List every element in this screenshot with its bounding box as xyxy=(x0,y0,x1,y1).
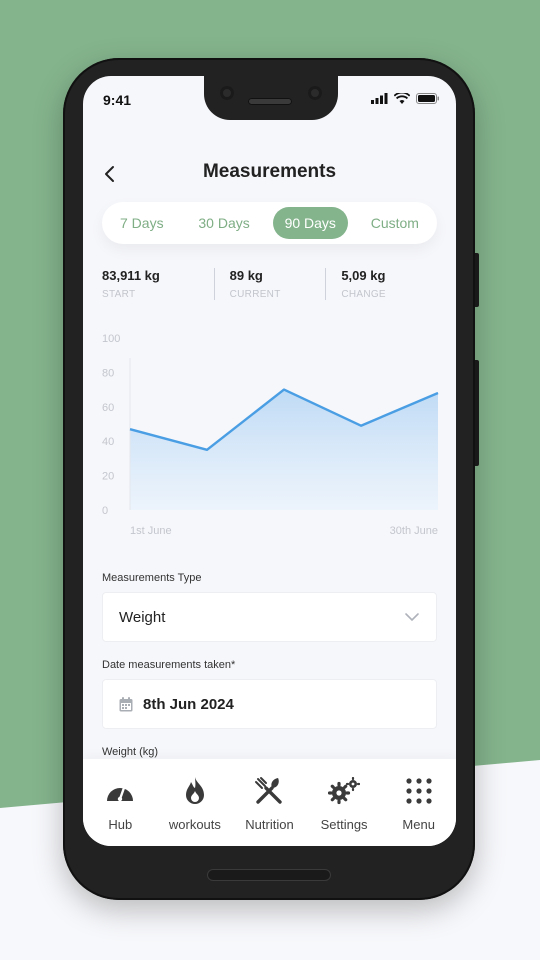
camera-dot xyxy=(220,86,234,100)
app-screen: 9:41 Measurements 7 Days 30 Days 90 Days… xyxy=(83,76,456,846)
x-tick-label: 30th June xyxy=(390,525,438,537)
nav-label: Menu xyxy=(402,817,435,832)
y-tick-label: 60 xyxy=(102,402,114,414)
tab-30-days[interactable]: 30 Days xyxy=(186,207,261,239)
nav-label: Nutrition xyxy=(245,817,294,832)
stat-change: 5,09 kg CHANGE xyxy=(325,268,437,300)
nav-label: Settings xyxy=(320,817,368,832)
tab-90-days[interactable]: 90 Days xyxy=(272,207,348,239)
battery-icon xyxy=(416,93,439,104)
page-title: Measurements xyxy=(202,161,337,182)
stat-label: START xyxy=(102,289,136,300)
nav-label: workouts xyxy=(168,817,221,832)
date-value: 8th Jun 2024 xyxy=(143,695,234,713)
calendar-icon xyxy=(119,696,133,711)
range-tabs: 7 Days 30 Days 90 Days Custom xyxy=(102,202,437,244)
gears-icon xyxy=(328,777,361,805)
date-input[interactable]: 8th Jun 2024 xyxy=(102,679,437,729)
wifi-icon xyxy=(394,93,410,104)
measurements-type-value: Weight xyxy=(119,608,166,626)
gauge-icon xyxy=(107,783,134,802)
y-tick-label: 100 xyxy=(102,333,120,345)
stat-value: 83,911 kg xyxy=(102,268,160,283)
camera-dot xyxy=(308,86,322,100)
weight-label: Weight (kg) xyxy=(102,746,159,758)
phone-notch xyxy=(204,76,338,120)
y-tick-label: 20 xyxy=(102,471,114,483)
grid-dots-icon xyxy=(406,778,432,804)
fork-knife-icon xyxy=(255,777,283,804)
status-time: 9:41 xyxy=(103,92,132,108)
nav-hub[interactable]: Hub xyxy=(84,775,156,846)
x-tick-label: 1st June xyxy=(130,525,172,537)
nav-menu[interactable]: Menu xyxy=(383,775,455,846)
home-indicator xyxy=(208,870,330,880)
flame-icon xyxy=(185,777,204,804)
nav-label: Hub xyxy=(108,817,133,832)
area-fill xyxy=(130,389,438,510)
measurements-type-select[interactable]: Weight xyxy=(102,592,437,642)
tab-7-days[interactable]: 7 Days xyxy=(108,207,176,239)
status-icons xyxy=(371,93,440,104)
y-tick-label: 80 xyxy=(102,367,114,379)
weight-chart: 0 20 40 60 80 100 1st June 30th June xyxy=(102,333,439,537)
bottom-nav: Hub workouts Nutrition Settings Menu xyxy=(83,759,456,846)
date-label: Date measurements taken* xyxy=(102,659,236,671)
stat-value: 89 kg xyxy=(229,268,263,283)
speaker-slot xyxy=(248,98,292,105)
tab-custom[interactable]: Custom xyxy=(359,207,431,239)
chevron-down-icon xyxy=(405,613,419,622)
signal-icon xyxy=(371,93,388,104)
nav-workouts[interactable]: workouts xyxy=(159,775,231,846)
stat-start: 83,911 kg START xyxy=(102,268,214,300)
y-tick-label: 40 xyxy=(102,436,114,448)
stat-label: CHANGE xyxy=(341,289,386,300)
stat-current: 89 kg CURRENT xyxy=(213,268,326,300)
stat-label: CURRENT xyxy=(229,289,281,300)
y-tick-label: 0 xyxy=(102,505,108,517)
measurements-type-label: Measurements Type xyxy=(102,572,202,584)
nav-nutrition[interactable]: Nutrition xyxy=(233,775,305,846)
stat-value: 5,09 kg xyxy=(341,268,386,283)
stats-row: 83,911 kg START 89 kg CURRENT 5,09 kg CH… xyxy=(102,268,437,300)
nav-settings[interactable]: Settings xyxy=(308,775,380,846)
